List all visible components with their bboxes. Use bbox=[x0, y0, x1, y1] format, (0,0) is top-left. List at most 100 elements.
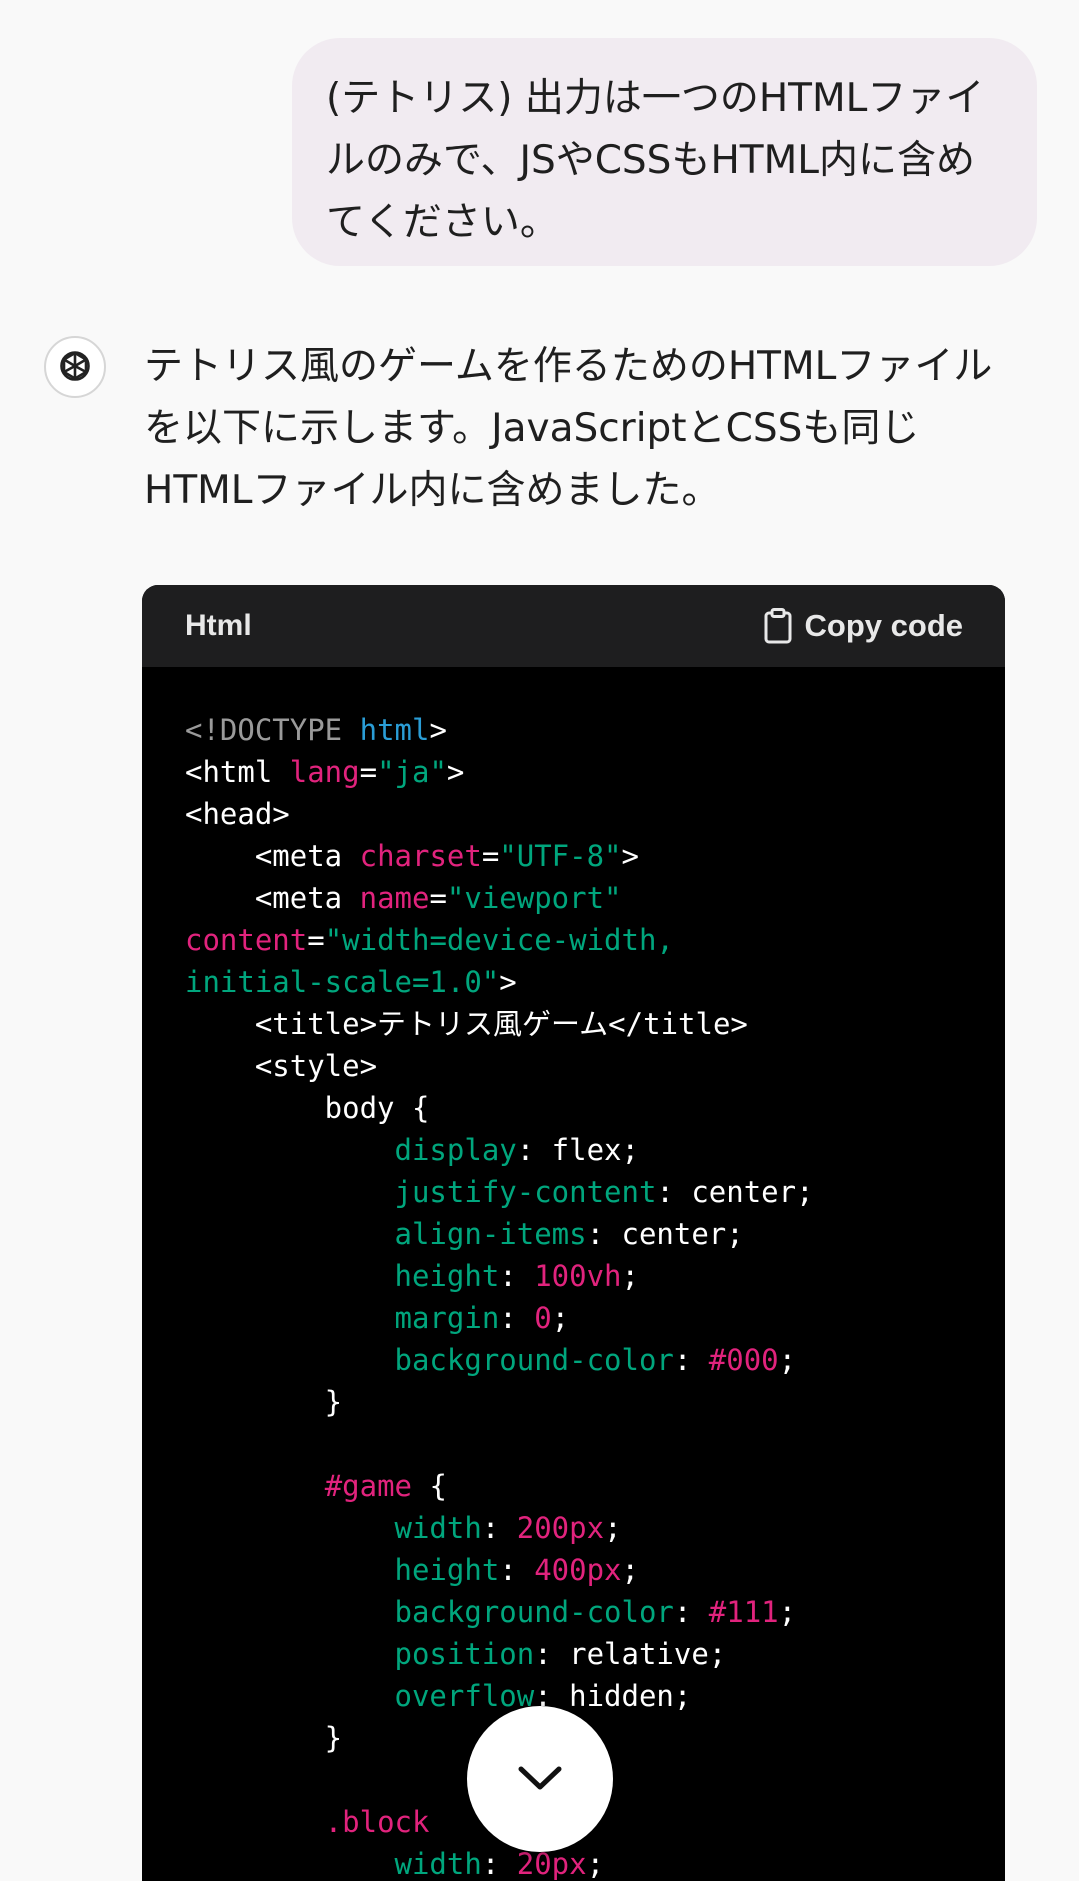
code-token: : bbox=[673, 1595, 709, 1629]
code-token: justify-content bbox=[394, 1175, 657, 1209]
code-token: body { bbox=[185, 1091, 430, 1125]
code-token: <!DOCTYPE bbox=[185, 713, 360, 747]
code-line: width: 200px; bbox=[185, 1507, 1005, 1549]
code-token: : center; bbox=[656, 1175, 814, 1209]
assistant-avatar bbox=[44, 336, 106, 398]
code-token: #111 bbox=[708, 1595, 779, 1629]
code-token: "width=device-width, bbox=[324, 923, 674, 957]
code-token: ; bbox=[604, 1511, 622, 1545]
code-line: display: flex; bbox=[185, 1129, 1005, 1171]
code-token: : relative; bbox=[534, 1637, 727, 1671]
code-line: <html lang="ja"> bbox=[185, 751, 1005, 793]
code-token: <meta bbox=[185, 881, 360, 915]
code-line: overflow: hidden; bbox=[185, 1675, 1005, 1717]
code-line: body { bbox=[185, 1087, 1005, 1129]
code-token: 20px bbox=[516, 1847, 587, 1881]
code-token: = bbox=[429, 881, 447, 915]
code-token: <head> bbox=[185, 797, 290, 831]
code-token: "ja" bbox=[377, 755, 447, 789]
code-token: <html bbox=[185, 755, 290, 789]
code-token: align-items bbox=[394, 1217, 587, 1251]
code-line: width: 20px; bbox=[185, 1843, 1005, 1881]
code-line: <meta charset="UTF-8"> bbox=[185, 835, 1005, 877]
code-token: 400px bbox=[534, 1553, 622, 1587]
code-token: background-color bbox=[394, 1343, 674, 1377]
user-message-text: (テトリス) 出力は一つのHTMLファイルのみで、JSやCSSもHTML内に含め… bbox=[326, 76, 985, 245]
code-token: ; bbox=[778, 1343, 797, 1377]
code-line: justify-content: center; bbox=[185, 1171, 1005, 1213]
code-token: "viewport" bbox=[446, 881, 622, 915]
code-content: <!DOCTYPE html> <html lang="ja"> <head> <m… bbox=[185, 709, 1005, 1881]
code-token: : bbox=[499, 1259, 535, 1293]
code-line: <head> bbox=[185, 793, 1005, 835]
code-line: align-items: center; bbox=[185, 1213, 1005, 1255]
chevron-down-icon bbox=[518, 1766, 562, 1790]
openai-logo-icon bbox=[60, 351, 90, 381]
code-token: ; bbox=[621, 1259, 639, 1293]
code-token: : bbox=[499, 1553, 535, 1587]
code-token: 0 bbox=[534, 1301, 552, 1335]
code-token: ; bbox=[586, 1847, 605, 1881]
code-token: height bbox=[394, 1553, 500, 1587]
code-block: Html Copy code <!DOCTYPE html> <html lang… bbox=[142, 585, 1005, 1881]
code-token: : center; bbox=[586, 1217, 744, 1251]
code-token: : flex; bbox=[516, 1133, 639, 1167]
code-line: background-color: #000; bbox=[185, 1339, 1005, 1381]
code-line: content="width=device-width, bbox=[185, 919, 1005, 961]
code-token: .block bbox=[324, 1805, 430, 1839]
code-token: name bbox=[359, 881, 430, 915]
code-line: <style> bbox=[185, 1045, 1005, 1087]
code-token: <title>テトリス風ゲーム</title> bbox=[185, 1007, 748, 1041]
code-line: background-color: #111; bbox=[185, 1591, 1005, 1633]
code-token: html bbox=[359, 713, 430, 747]
copy-code-label: Copy code bbox=[804, 608, 963, 643]
code-line: #game { bbox=[185, 1465, 1005, 1507]
code-token: height bbox=[394, 1259, 500, 1293]
code-token: : bbox=[481, 1847, 517, 1881]
code-token: > bbox=[446, 755, 465, 789]
clipboard-icon bbox=[764, 608, 792, 644]
code-token: display bbox=[394, 1133, 517, 1167]
code-line: } bbox=[185, 1381, 1005, 1423]
code-token: #game bbox=[324, 1469, 412, 1503]
code-token: = bbox=[307, 923, 325, 957]
code-token: ; bbox=[778, 1595, 797, 1629]
code-token: "UTF-8" bbox=[499, 839, 622, 873]
code-line: margin: 0; bbox=[185, 1297, 1005, 1339]
code-line: height: 100vh; bbox=[185, 1255, 1005, 1297]
code-token: ; bbox=[551, 1301, 570, 1335]
code-token: 100vh bbox=[534, 1259, 622, 1293]
code-token: 200px bbox=[516, 1511, 605, 1545]
code-token: = bbox=[359, 755, 378, 789]
code-line: <title>テトリス風ゲーム</title> bbox=[185, 1003, 1005, 1045]
code-token: > bbox=[621, 839, 639, 873]
code-token: > bbox=[429, 713, 447, 747]
code-token: background-color bbox=[394, 1595, 674, 1629]
scroll-to-bottom-button[interactable] bbox=[467, 1706, 613, 1852]
code-line: position: relative; bbox=[185, 1633, 1005, 1675]
code-token: charset bbox=[359, 839, 482, 873]
code-token: ; bbox=[621, 1553, 639, 1587]
code-token: : bbox=[499, 1301, 535, 1335]
code-token: overflow bbox=[394, 1679, 535, 1713]
user-message-bubble: (テトリス) 出力は一つのHTMLファイルのみで、JSやCSSもHTML内に含め… bbox=[292, 38, 1037, 266]
code-token: : bbox=[481, 1511, 517, 1545]
code-token: = bbox=[481, 839, 500, 873]
code-token: { bbox=[412, 1469, 447, 1503]
copy-code-button[interactable]: Copy code bbox=[763, 585, 963, 667]
code-token: <style> bbox=[185, 1049, 378, 1083]
code-token: margin bbox=[394, 1301, 500, 1335]
